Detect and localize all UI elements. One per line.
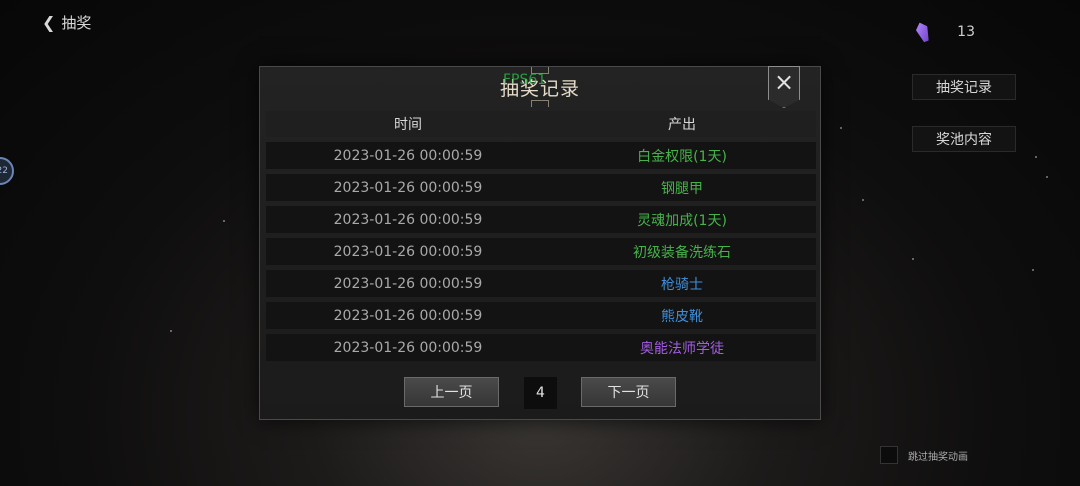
- lottery-records-label: 抽奖记录: [936, 80, 992, 96]
- star: [862, 199, 864, 201]
- star: [840, 127, 842, 129]
- next-page-button[interactable]: 下一页: [581, 377, 676, 407]
- record-item: 奥能法师学徒: [640, 340, 724, 357]
- column-header-item: 产出: [668, 117, 696, 133]
- table-body: 2023-01-26 00:00:59 白金权限(1天) 2023-01-26 00…: [266, 142, 816, 361]
- record-time: 2023-01-26 00:00:59: [333, 243, 483, 260]
- lottery-records-button[interactable]: 抽奖记录: [912, 74, 1016, 100]
- table-row: 2023-01-26 00:00:59 灵魂加成(1天): [266, 206, 816, 233]
- star: [912, 258, 914, 260]
- record-time: 2023-01-26 00:00:59: [333, 147, 483, 164]
- currency-amount: 13: [957, 24, 975, 40]
- table-row: 2023-01-26 00:00:59 奥能法师学徒: [266, 334, 816, 361]
- column-header-time: 时间: [394, 117, 422, 133]
- purple-crystal-icon: [914, 21, 932, 44]
- back-label: 抽奖: [61, 14, 92, 32]
- back-button[interactable]: ❮ 抽奖: [42, 12, 91, 33]
- page-number: 4: [524, 377, 557, 409]
- side-badge-text: 22: [0, 166, 8, 176]
- prize-pool-label: 奖池内容: [936, 132, 992, 148]
- table-row: 2023-01-26 00:00:59 熊皮靴: [266, 302, 816, 329]
- pagination: 上一页 4 下一页: [260, 377, 820, 409]
- chevron-left-icon: ❮: [42, 13, 56, 32]
- side-badge[interactable]: 22: [0, 157, 14, 185]
- table-row: 2023-01-26 00:00:59 白金权限(1天): [266, 142, 816, 169]
- lottery-records-dialog: 抽奖记录 FPS61 × 时间 产出 2023-01-26 00:00:59 白金…: [259, 66, 821, 420]
- close-button[interactable]: ×: [768, 66, 800, 108]
- next-page-label: 下一页: [607, 385, 650, 401]
- skip-animation-checkbox[interactable]: [880, 446, 898, 464]
- star: [1046, 176, 1048, 178]
- record-time: 2023-01-26 00:00:59: [333, 339, 483, 356]
- star: [170, 330, 172, 332]
- record-time: 2023-01-26 00:00:59: [333, 275, 483, 292]
- prev-page-label: 上一页: [430, 385, 473, 401]
- star: [223, 220, 225, 222]
- record-time: 2023-01-26 00:00:59: [333, 179, 483, 196]
- record-item: 枪骑士: [661, 276, 703, 293]
- fps-overlay: FPS61: [503, 72, 547, 88]
- table-row: 2023-01-26 00:00:59 初级装备洗练石: [266, 238, 816, 265]
- header-ornament-bottom: [531, 100, 549, 107]
- table-row: 2023-01-26 00:00:59 钢腿甲: [266, 174, 816, 201]
- star: [1032, 269, 1034, 271]
- record-item: 钢腿甲: [661, 180, 703, 197]
- star: [1035, 156, 1037, 158]
- record-time: 2023-01-26 00:00:59: [333, 307, 483, 324]
- dialog-header: 抽奖记录 FPS61: [260, 67, 820, 107]
- record-time: 2023-01-26 00:00:59: [333, 211, 483, 228]
- record-item: 白金权限(1天): [637, 148, 727, 165]
- currency-display: 13: [917, 22, 975, 42]
- close-icon: ×: [773, 68, 795, 96]
- record-item: 熊皮靴: [661, 308, 703, 325]
- table-header: 时间 产出: [266, 111, 816, 137]
- prize-pool-button[interactable]: 奖池内容: [912, 126, 1016, 152]
- record-item: 灵魂加成(1天): [637, 212, 727, 229]
- prev-page-button[interactable]: 上一页: [404, 377, 499, 407]
- table-row: 2023-01-26 00:00:59 枪骑士: [266, 270, 816, 297]
- records-table: 时间 产出 2023-01-26 00:00:59 白金权限(1天) 2023-01…: [266, 111, 816, 361]
- skip-animation-toggle[interactable]: 跳过抽奖动画: [880, 446, 968, 464]
- skip-animation-label: 跳过抽奖动画: [908, 451, 968, 463]
- record-item: 初级装备洗练石: [633, 244, 731, 261]
